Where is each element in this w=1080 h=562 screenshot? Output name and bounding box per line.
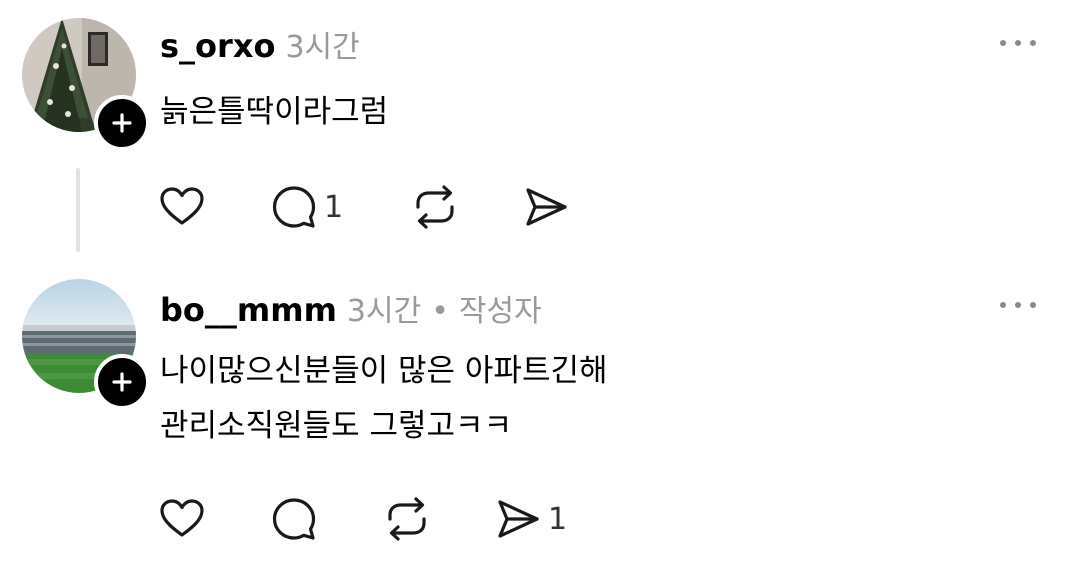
more-horizontal-icon — [1000, 40, 1006, 46]
meta-separator: • — [431, 294, 449, 329]
author-badge: 작성자 — [458, 294, 542, 329]
repost-button[interactable] — [410, 182, 460, 232]
share-button[interactable]: 1 — [494, 494, 567, 544]
comment-post: s_orxo 3시간 늙은틀딱이라그럼 1 — [0, 0, 1080, 262]
post-text-line: 관리소직원들도 그렇고ㅋㅋ — [160, 408, 513, 444]
plus-icon — [112, 372, 132, 392]
like-button[interactable] — [158, 182, 206, 232]
post-text: 나이많으신분들이 많은 아파트긴해 관리소직원들도 그렇고ㅋㅋ — [160, 344, 608, 454]
post-header: s_orxo 3시간 — [160, 22, 360, 66]
comment-post: bo__mmm 3시간 • 작성자 나이많으신분들이 많은 아파트긴해 관리소직… — [0, 262, 1080, 562]
comment-icon — [272, 498, 316, 540]
share-button[interactable] — [522, 182, 570, 232]
reply-count: 1 — [324, 189, 344, 225]
send-icon — [526, 188, 567, 226]
comment-icon — [272, 186, 316, 228]
repost-button[interactable] — [382, 494, 432, 544]
follow-button[interactable] — [94, 354, 150, 410]
share-count: 1 — [548, 501, 568, 537]
heart-icon — [160, 187, 204, 225]
post-header: bo__mmm 3시간 • 작성자 — [160, 286, 542, 330]
timestamp: 3시간 — [346, 294, 422, 329]
more-options-button[interactable] — [1000, 35, 1036, 51]
repost-icon — [388, 497, 426, 541]
post-text-line: 늙은틀딱이라그럼 — [160, 94, 389, 130]
send-icon — [498, 500, 539, 538]
reply-button[interactable]: 1 — [270, 182, 343, 232]
post-text-line: 나이많으신분들이 많은 아파트긴해 — [160, 353, 608, 389]
thread-line — [76, 168, 80, 252]
post-text: 늙은틀딱이라그럼 — [160, 85, 388, 140]
username[interactable]: s_orxo — [160, 27, 275, 65]
like-button[interactable] — [158, 494, 206, 544]
repost-icon — [416, 185, 454, 229]
follow-button[interactable] — [94, 95, 150, 151]
heart-icon — [160, 499, 204, 537]
reply-button[interactable] — [270, 494, 318, 544]
username[interactable]: bo__mmm — [160, 291, 337, 329]
more-options-button[interactable] — [1000, 297, 1036, 313]
more-horizontal-icon — [1000, 302, 1006, 308]
plus-icon — [112, 113, 132, 133]
timestamp: 3시간 — [285, 30, 360, 65]
